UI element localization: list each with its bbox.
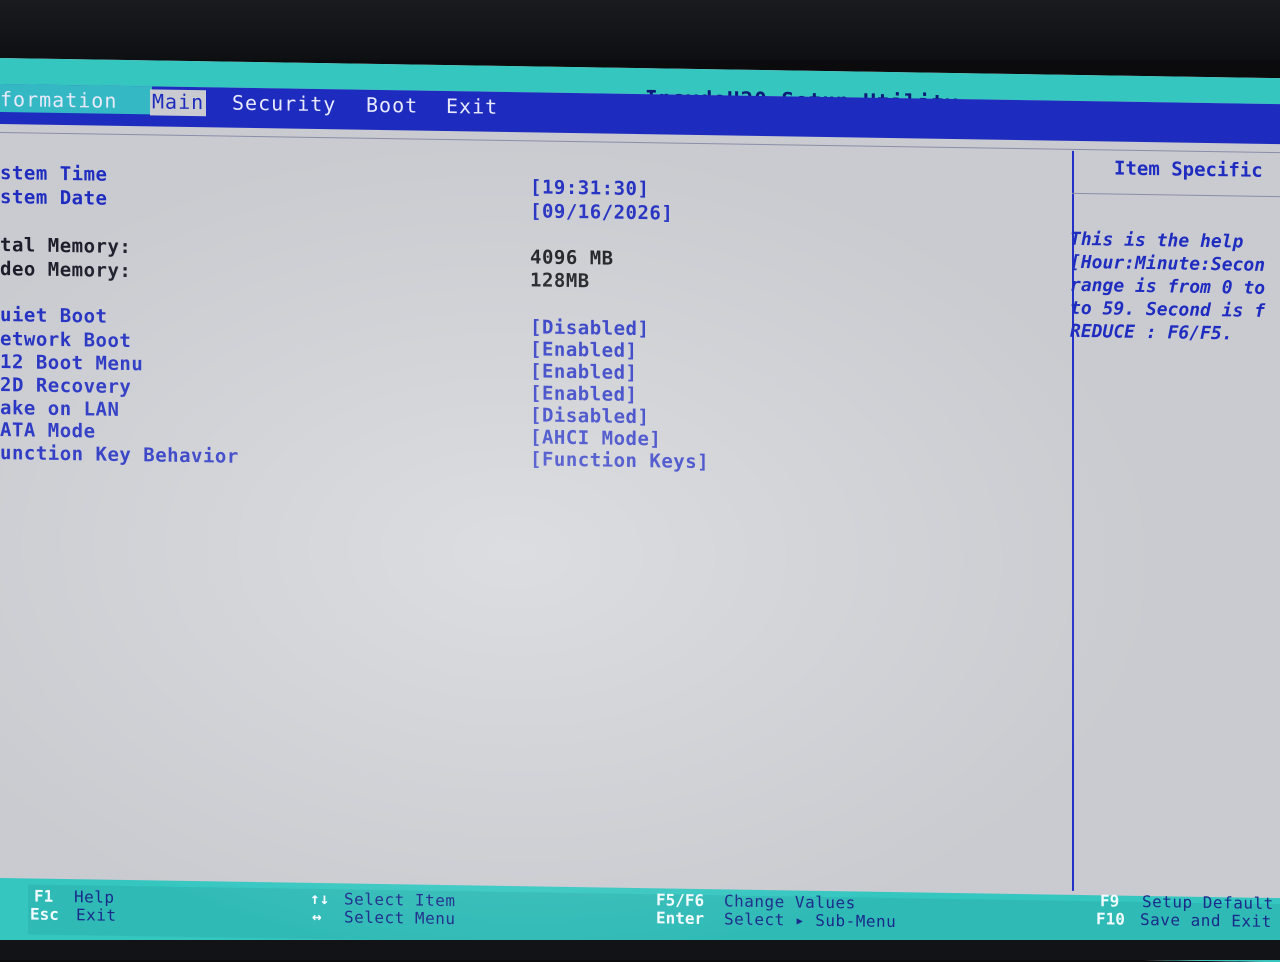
main-panel: stem Time [19:31:30] stem Date [09/16/20… <box>0 124 1280 904</box>
f12-boot-menu-label[interactable]: 12 Boot Menu <box>0 351 143 375</box>
key-enter: Enter <box>656 908 705 929</box>
left-right-arrows-icon: ↔ <box>312 906 322 927</box>
select-submenu-desc: Select ▸ Sub-Menu <box>724 909 897 932</box>
network-boot-label[interactable]: etwork Boot <box>0 328 131 352</box>
key-f9: F9 <box>1100 891 1120 911</box>
help-line: range is from 0 to <box>1070 274 1266 299</box>
quiet-boot-label[interactable]: uiet Boot <box>0 304 107 328</box>
monitor-bezel-top <box>0 0 1280 60</box>
f12-boot-menu-value[interactable]: [Enabled] <box>530 360 637 384</box>
save-and-exit-desc: Save and Exit <box>1140 909 1272 931</box>
bios-screen: InsydeH20 Setup Utility formation Main S… <box>0 58 1280 962</box>
sata-mode-label[interactable]: ATA Mode <box>0 419 96 443</box>
key-esc-desc: Exit <box>76 905 117 925</box>
help-line: [Hour:Minute:Secon <box>1070 251 1266 276</box>
sata-mode-value[interactable]: [AHCI Mode] <box>530 426 661 450</box>
tab-boot[interactable]: Boot <box>366 93 418 118</box>
wake-on-lan-label[interactable]: ake on LAN <box>0 397 119 421</box>
help-line: to 59. Second is f <box>1070 297 1266 322</box>
function-key-behavior-label[interactable]: unction Key Behavior <box>0 442 239 468</box>
total-memory-label: tal Memory: <box>0 234 132 259</box>
tab-exit[interactable]: Exit <box>446 94 498 119</box>
wake-on-lan-value[interactable]: [Disabled] <box>530 404 649 428</box>
key-f10: F10 <box>1096 909 1125 929</box>
network-boot-value[interactable]: [Enabled] <box>530 338 637 362</box>
quiet-boot-value[interactable]: [Disabled] <box>530 316 649 340</box>
tab-information[interactable]: formation <box>0 87 117 113</box>
system-time-label[interactable]: stem Time <box>0 162 107 186</box>
system-time-value[interactable]: [19:31:30] <box>530 176 649 200</box>
key-esc: Esc <box>30 904 59 924</box>
help-panel-title: Item Specific <box>1114 157 1263 182</box>
key-f1: F1 <box>34 886 54 906</box>
help-panel-separator <box>1072 192 1280 198</box>
video-memory-value: 128MB <box>530 269 590 293</box>
help-line: This is the help <box>1070 228 1244 253</box>
key-f5-f6: F5/F6 <box>656 890 705 911</box>
system-date-value[interactable]: [09/16/2026] <box>530 200 673 224</box>
total-memory-value: 4096 MB <box>530 246 614 270</box>
tab-main[interactable]: Main <box>150 89 207 117</box>
key-f1-desc: Help <box>74 887 115 907</box>
system-date-label[interactable]: stem Date <box>0 186 107 210</box>
select-menu-desc: Select Menu <box>344 907 456 929</box>
up-down-arrows-icon: ↑↓ <box>310 888 330 909</box>
function-key-behavior-value[interactable]: [Function Keys] <box>530 448 709 473</box>
monitor-bezel-bottom <box>0 940 1280 960</box>
tab-security[interactable]: Security <box>232 91 336 117</box>
d2d-recovery-value[interactable]: [Enabled] <box>530 382 637 406</box>
help-line: REDUCE : F6/F5. <box>1070 320 1233 345</box>
video-memory-label: deo Memory: <box>0 258 132 283</box>
d2d-recovery-label[interactable]: 2D Recovery <box>0 374 131 398</box>
